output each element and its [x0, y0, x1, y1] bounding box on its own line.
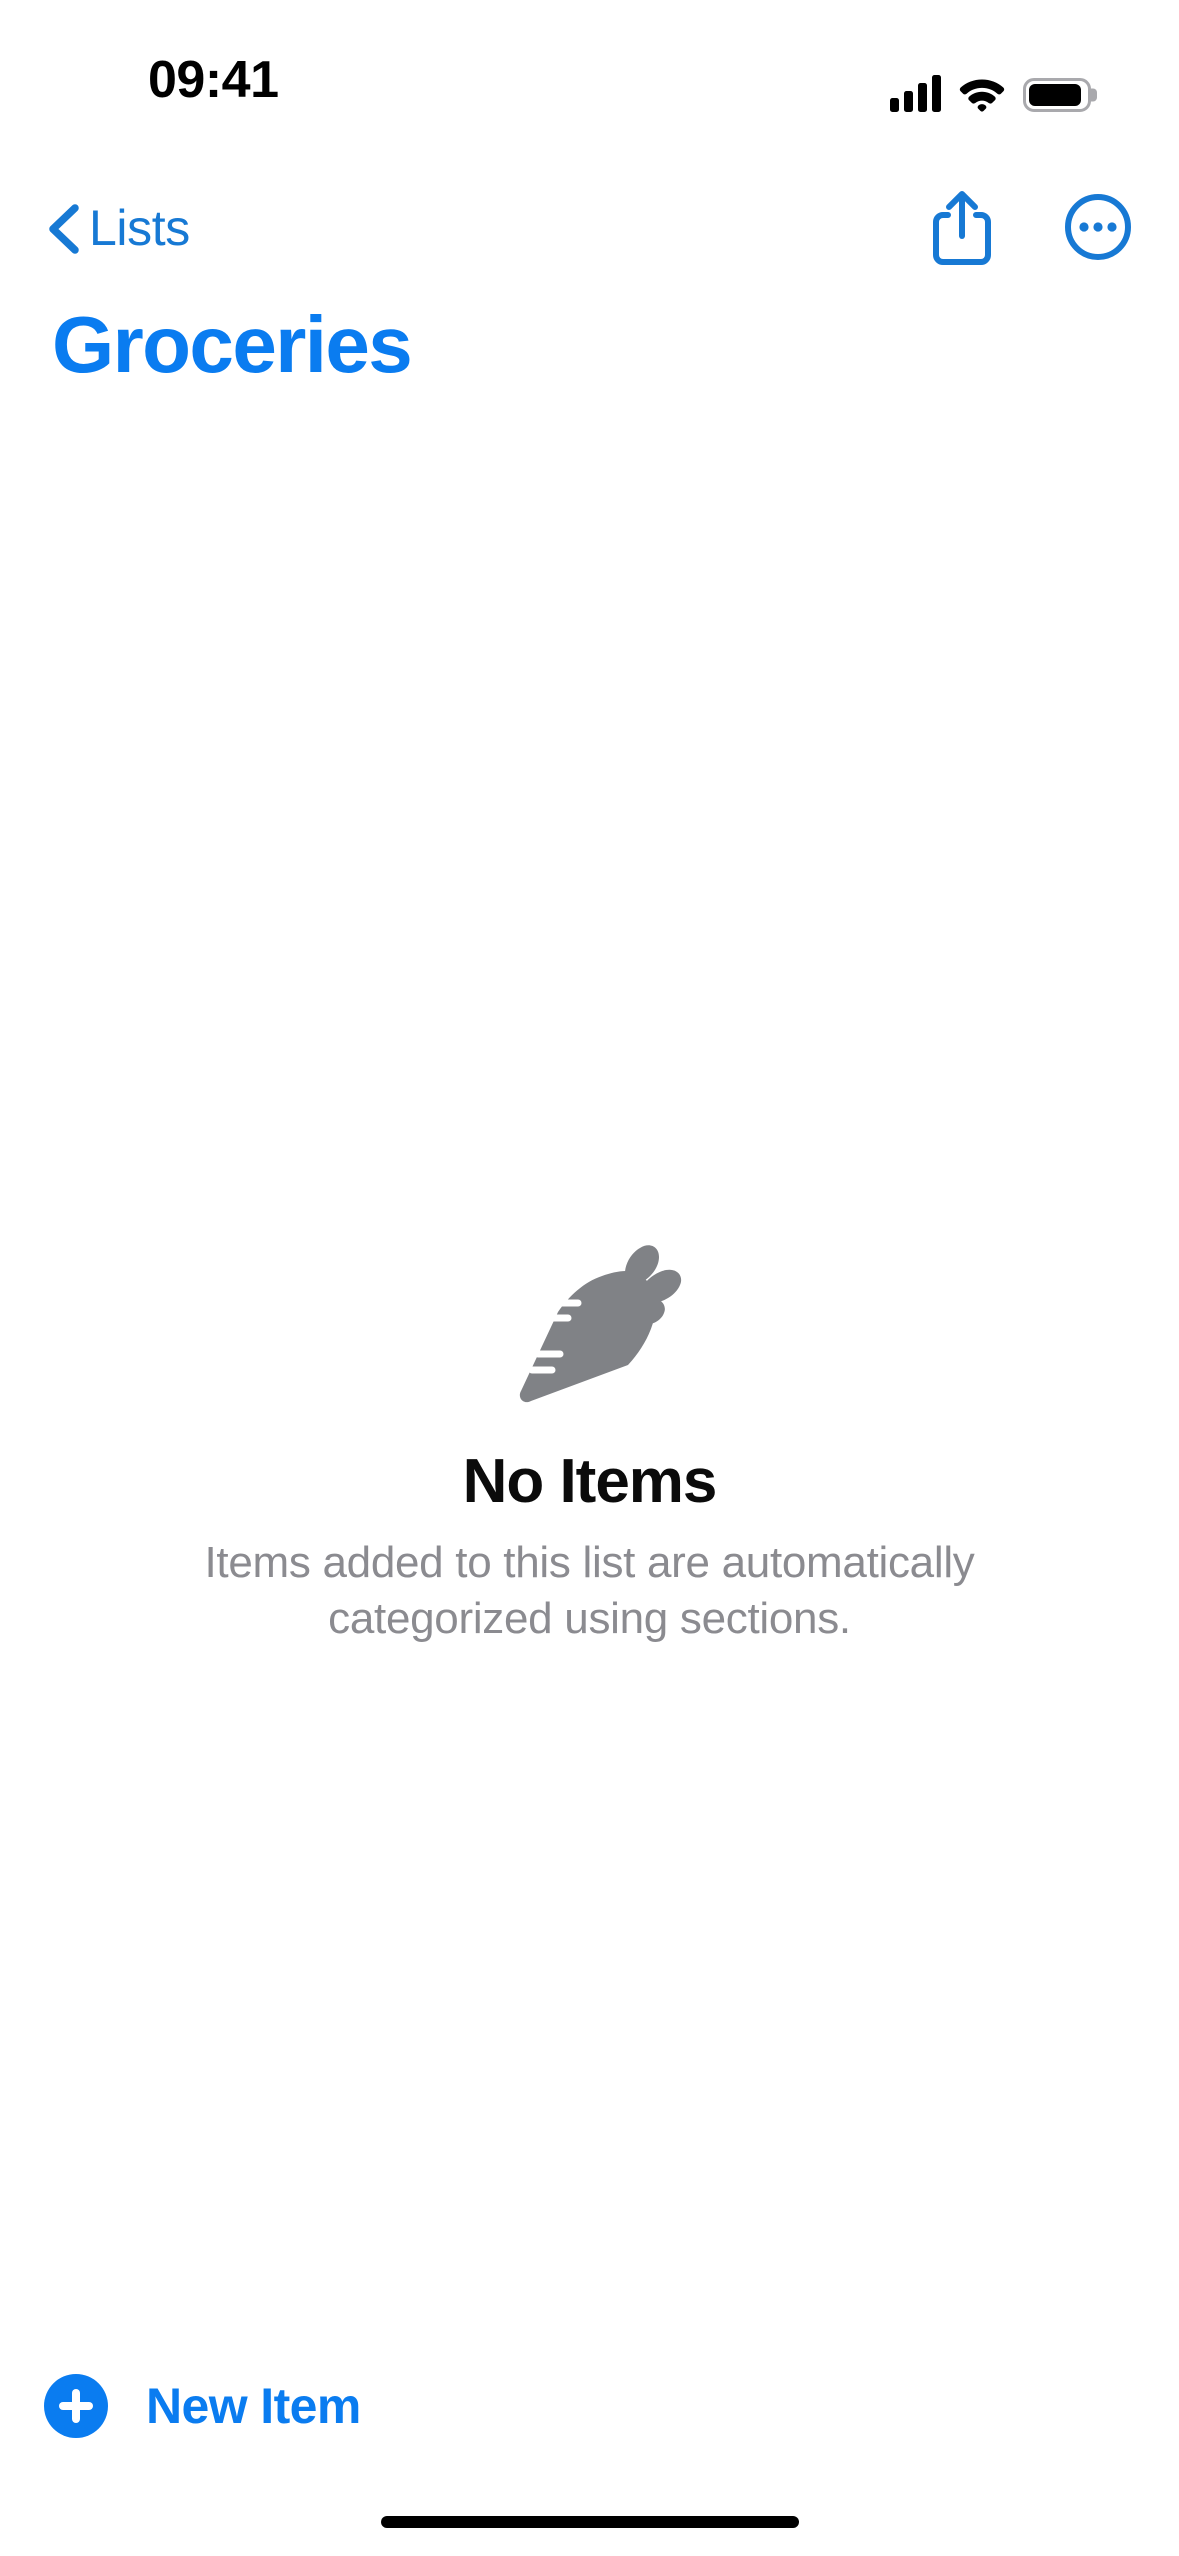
empty-state: No Items Items added to this list are au… — [0, 1230, 1179, 1648]
navigation-actions — [931, 188, 1133, 271]
new-item-button[interactable]: New Item — [44, 2374, 361, 2438]
home-indicator[interactable] — [380, 2516, 799, 2528]
battery-fill — [1029, 84, 1081, 106]
page-title: Groceries — [52, 300, 413, 389]
battery-nub — [1091, 88, 1097, 102]
chevron-left-icon — [46, 204, 80, 254]
back-button[interactable]: Lists — [46, 203, 190, 256]
bottom-toolbar: New Item — [0, 2374, 1179, 2438]
battery-icon — [1023, 78, 1097, 112]
app-screen: 09:41 Lists Groceries No Items Items add… — [0, 0, 1179, 2556]
empty-state-title: No Items — [462, 1447, 718, 1516]
ellipsis-circle-icon[interactable] — [1063, 192, 1133, 267]
wifi-icon — [958, 74, 1006, 112]
share-icon[interactable] — [931, 188, 993, 271]
carrot-icon — [470, 1230, 710, 1420]
empty-state-subtitle: Items added to this list are automatical… — [204, 1538, 975, 1644]
status-bar-indicators — [890, 54, 1097, 112]
status-bar: 09:41 — [0, 0, 1179, 160]
cellular-signal-icon — [890, 74, 941, 112]
plus-circle-icon — [44, 2374, 108, 2438]
back-button-label: Lists — [89, 199, 190, 256]
navigation-bar: Lists — [0, 172, 1179, 286]
new-item-button-label: New Item — [146, 2378, 361, 2434]
